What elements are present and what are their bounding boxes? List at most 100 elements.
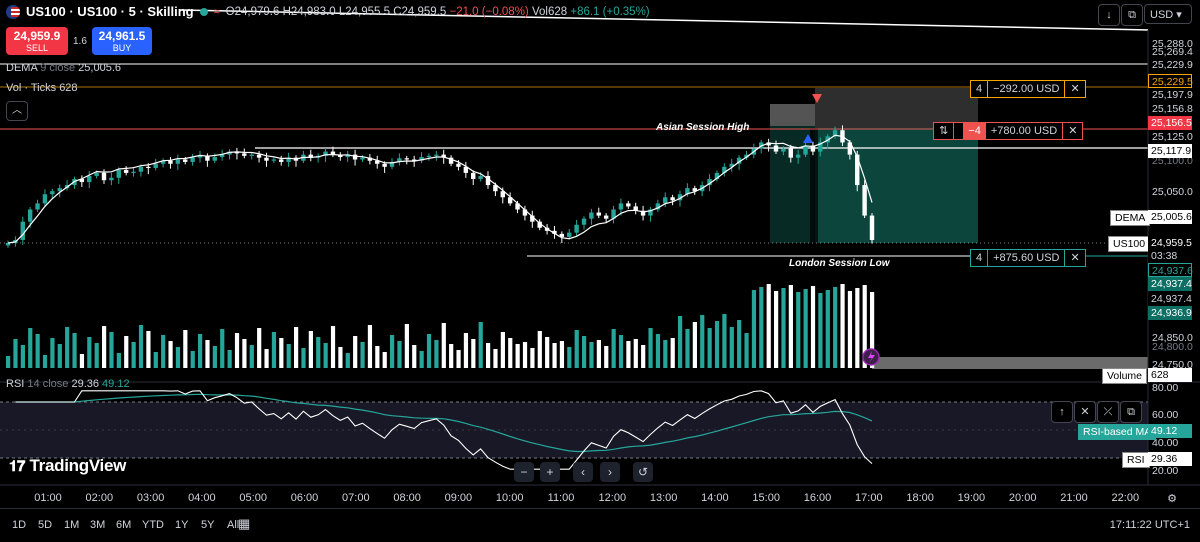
- collapse-legend-icon[interactable]: ︿: [6, 101, 28, 121]
- rsi-param: 14 close: [27, 378, 69, 390]
- orange-price-tag: 25,229.5: [1148, 74, 1193, 88]
- range-5d[interactable]: 5D: [38, 519, 52, 531]
- time-axis-label: 03:00: [136, 492, 165, 504]
- range-1d[interactable]: 1D: [12, 519, 26, 531]
- candle-body: [94, 172, 99, 176]
- dema-price-tag: 25,005.6: [1148, 210, 1192, 224]
- symbol-header: US100 · US100 · 5 · Skilling ≈ O24,979.6…: [6, 4, 650, 19]
- volume-bar: [840, 284, 845, 368]
- volume-bar: [72, 333, 77, 368]
- buy-button[interactable]: 24,961.5 BUY: [92, 27, 152, 55]
- zoom-out-button[interactable]: −: [514, 462, 534, 482]
- london-session-low-label: London Session Low: [789, 258, 890, 269]
- candle-body: [271, 159, 277, 161]
- candle-body: [183, 159, 188, 162]
- candle-body: [101, 172, 107, 181]
- calendar-icon[interactable]: ▦: [238, 516, 250, 532]
- volume-bar: [257, 328, 262, 368]
- rsi-ma-side-label: RSI-based MA: [1078, 424, 1157, 440]
- range-ytd[interactable]: YTD: [142, 519, 164, 531]
- volume-bar: [810, 286, 816, 368]
- scroll-left-button[interactable]: ‹: [573, 462, 593, 482]
- candle-body: [249, 154, 254, 156]
- volume-bar: [42, 355, 48, 368]
- restore-icon[interactable]: ⧉: [1121, 4, 1143, 26]
- volume-bar: [102, 326, 107, 368]
- maximize-pane-icon[interactable]: ⧉: [1120, 401, 1142, 423]
- buy-label: BUY: [112, 43, 132, 53]
- range-1m[interactable]: 1M: [64, 519, 79, 531]
- volume-bar: [161, 335, 166, 368]
- candle-body: [869, 215, 875, 240]
- candle-body: [618, 203, 624, 210]
- white-price-tag: 25,117.9: [1148, 144, 1192, 158]
- time-axis-label: 16:00: [803, 492, 832, 504]
- volume-bar: [116, 353, 121, 368]
- time-axis-label: 06:00: [290, 492, 319, 504]
- time-axis-label: 17:00: [855, 492, 883, 504]
- close-position-icon[interactable]: ✕: [1064, 250, 1084, 266]
- candle-body: [146, 166, 151, 169]
- volume-bar: [508, 338, 513, 368]
- range-3m[interactable]: 3M: [90, 519, 105, 531]
- position-long-2[interactable]: 4 +875.60 USD ✕: [970, 249, 1086, 267]
- dema-legend[interactable]: DEMA 9 close 25,005.6: [6, 62, 121, 74]
- range-1y[interactable]: 1Y: [175, 519, 188, 531]
- volume-bar: [678, 316, 683, 368]
- reset-chart-button[interactable]: ↺: [633, 462, 653, 482]
- time-axis-label: 05:00: [239, 492, 267, 504]
- time-axis-label: 15:00: [752, 492, 780, 504]
- volume-bar: [685, 329, 690, 368]
- zoom-in-button[interactable]: +: [540, 462, 560, 482]
- dema-name: DEMA: [6, 62, 38, 74]
- price-axis-label: 25,156.8: [1152, 103, 1193, 115]
- range-6m[interactable]: 6M: [116, 519, 131, 531]
- scroll-right-button[interactable]: ›: [600, 462, 620, 482]
- candle-body: [589, 212, 594, 219]
- vol-legend[interactable]: Vol · Ticks 628: [6, 82, 78, 94]
- volume-bar: [500, 332, 505, 368]
- position-long-1[interactable]: 4 −292.00 USD ✕: [970, 80, 1086, 98]
- close-position-icon[interactable]: ✕: [1064, 81, 1084, 97]
- candle-body: [773, 145, 779, 152]
- candle-body: [212, 157, 217, 161]
- volume-bar: [559, 341, 565, 368]
- sell-label: SELL: [25, 43, 49, 53]
- volume-bar: [604, 346, 609, 368]
- sell-price: 24,959.9: [13, 29, 61, 43]
- volume-bar: [537, 331, 542, 368]
- volume-bar: [818, 293, 823, 368]
- volume-bar: [360, 342, 365, 368]
- candle-body: [109, 177, 114, 181]
- settings-gear-icon[interactable]: ⚙: [1162, 489, 1182, 509]
- download-icon[interactable]: ↓: [1098, 4, 1120, 26]
- symbol-title[interactable]: US100 · US100 · 5 · Skilling: [26, 4, 194, 19]
- collapse-pane-icon[interactable]: ⤫: [1097, 401, 1119, 423]
- volume-bar: [330, 326, 336, 368]
- dema-side-label: DEMA: [1110, 210, 1151, 226]
- volume-bar: [855, 288, 860, 368]
- volume-bar: [530, 348, 535, 368]
- candle-body: [795, 154, 801, 158]
- sell-button[interactable]: 24,959.9 SELL: [6, 27, 68, 55]
- candle-body: [87, 175, 92, 183]
- currency-select[interactable]: USD ▾: [1144, 4, 1192, 24]
- rsi-legend[interactable]: RSI 14 close 29.36 49.12: [6, 378, 130, 390]
- us-flag-icon: [6, 4, 20, 19]
- close-position-icon[interactable]: ✕: [1062, 123, 1082, 139]
- reverse-position-icon[interactable]: ⇅: [934, 123, 955, 139]
- trash-icon[interactable]: ✕: [1074, 401, 1096, 423]
- volume-bar: [663, 340, 668, 368]
- dema-value: 25,005.6: [78, 62, 121, 74]
- move-up-icon[interactable]: ↑: [1051, 401, 1073, 423]
- candle-body: [574, 224, 579, 233]
- volume-bar: [390, 335, 395, 368]
- candle-body: [603, 215, 609, 219]
- volume-bar: [286, 344, 291, 368]
- position-short[interactable]: ⇅ −4 +780.00 USD ✕: [933, 122, 1084, 140]
- volume-bar: [633, 339, 638, 368]
- tradingview-logo-icon: 𝟏𝟕: [9, 458, 26, 475]
- dema-line: [7, 134, 873, 244]
- volume-side-label: Volume: [1102, 368, 1148, 384]
- range-5y[interactable]: 5Y: [201, 519, 214, 531]
